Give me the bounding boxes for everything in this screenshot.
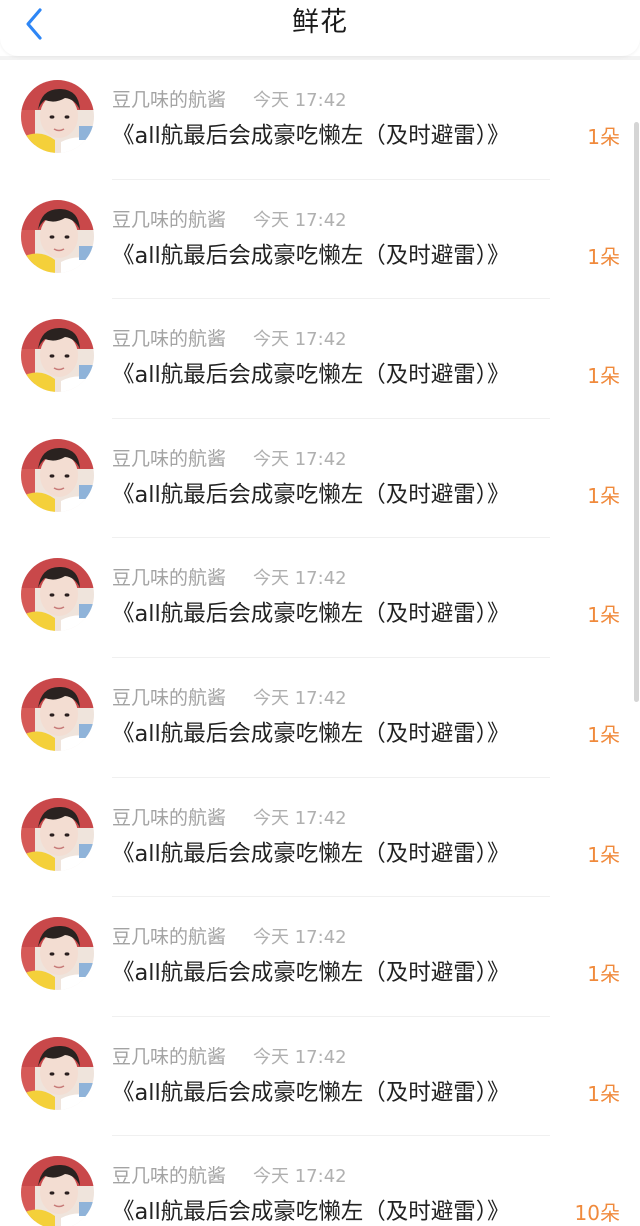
timestamp: 今天 17:42 [253,209,347,231]
list-item[interactable]: 豆几味的航酱 今天 17:42 《all航最后会成豪吃懒左（及时避雷）》 1朵 [0,658,640,778]
avatar[interactable] [21,677,94,751]
nav-bar: 鲜花 [0,0,640,56]
avatar[interactable] [21,558,94,632]
list-item[interactable]: 豆几味的航酱 今天 17:42 《all航最后会成豪吃懒左（及时避雷）》 1朵 [0,299,640,419]
flower-list: 豆几味的航酱 今天 17:42 《all航最后会成豪吃懒左（及时避雷）》 1朵 … [0,60,640,1226]
timestamp: 今天 17:42 [253,927,347,949]
flower-count: 1朵 [587,364,620,389]
flower-count: 1朵 [587,842,620,867]
author-name[interactable]: 豆几味的航酱 [112,1161,226,1188]
work-title[interactable]: 《all航最后会成豪吃懒左（及时避雷）》 [112,357,510,389]
flower-count: 1朵 [587,603,620,628]
work-title[interactable]: 《all航最后会成豪吃懒左（及时避雷）》 [112,238,510,270]
avatar[interactable] [21,199,94,273]
work-title[interactable]: 《all航最后会成豪吃懒左（及时避雷）》 [112,1194,510,1226]
author-name[interactable]: 豆几味的航酱 [112,205,226,232]
timestamp: 今天 17:42 [253,448,347,470]
list-item[interactable]: 豆几味的航酱 今天 17:42 《all航最后会成豪吃懒左（及时避雷）》 10朵 [0,1136,640,1226]
list-item[interactable]: 豆几味的航酱 今天 17:42 《all航最后会成豪吃懒左（及时避雷）》 1朵 [0,60,640,180]
timestamp: 今天 17:42 [253,329,347,351]
avatar[interactable] [21,438,94,512]
work-title[interactable]: 《all航最后会成豪吃懒左（及时避雷）》 [112,596,510,628]
header-divider [0,56,640,60]
timestamp: 今天 17:42 [253,807,347,829]
avatar[interactable] [21,917,94,991]
flower-count: 1朵 [587,125,620,149]
author-name[interactable]: 豆几味的航酱 [112,324,226,351]
work-title[interactable]: 《all航最后会成豪吃懒左（及时避雷）》 [112,118,510,150]
flower-count: 1朵 [587,962,620,987]
timestamp: 今天 17:42 [253,90,347,111]
work-title[interactable]: 《all航最后会成豪吃懒左（及时避雷）》 [112,1075,510,1107]
work-title[interactable]: 《all航最后会成豪吃懒左（及时避雷）》 [112,716,510,748]
timestamp: 今天 17:42 [253,1166,347,1188]
page-title: 鲜花 [292,7,348,38]
author-name[interactable]: 豆几味的航酱 [112,683,226,710]
author-name[interactable]: 豆几味的航酱 [112,922,226,949]
scrollbar[interactable] [632,60,640,1226]
avatar[interactable] [21,319,94,393]
work-title[interactable]: 《all航最后会成豪吃懒左（及时避雷）》 [112,477,510,509]
author-name[interactable]: 豆几味的航酱 [112,85,226,112]
flower-count: 1朵 [587,483,620,508]
timestamp: 今天 17:42 [253,568,347,590]
author-name[interactable]: 豆几味的航酱 [112,563,226,590]
list-item[interactable]: 豆几味的航酱 今天 17:42 《all航最后会成豪吃懒左（及时避雷）》 1朵 [0,538,640,658]
list-item[interactable]: 豆几味的航酱 今天 17:42 《all航最后会成豪吃懒左（及时避雷）》 1朵 [0,419,640,539]
flower-count: 1朵 [587,244,620,269]
avatar[interactable] [21,1156,94,1226]
author-name[interactable]: 豆几味的航酱 [112,444,226,471]
work-title[interactable]: 《all航最后会成豪吃懒左（及时避雷）》 [112,955,510,987]
author-name[interactable]: 豆几味的航酱 [112,1042,226,1069]
author-name[interactable]: 豆几味的航酱 [112,803,226,830]
timestamp: 今天 17:42 [253,687,347,709]
scrollbar-thumb[interactable] [634,122,639,702]
work-title[interactable]: 《all航最后会成豪吃懒左（及时避雷）》 [112,836,510,868]
list-item[interactable]: 豆几味的航酱 今天 17:42 《all航最后会成豪吃懒左（及时避雷）》 1朵 [0,897,640,1017]
avatar[interactable] [21,80,94,153]
flower-count: 10朵 [574,1201,620,1226]
avatar[interactable] [21,797,94,871]
list-item[interactable]: 豆几味的航酱 今天 17:42 《all航最后会成豪吃懒左（及时避雷）》 1朵 [0,180,640,300]
app-window: 鲜花 豆几味的航酱 今天 17:42 《all航最后会成豪吃懒左（及时避雷）》 … [0,0,640,1226]
avatar[interactable] [21,1036,94,1110]
list-item[interactable]: 豆几味的航酱 今天 17:42 《all航最后会成豪吃懒左（及时避雷）》 1朵 [0,778,640,898]
timestamp: 今天 17:42 [253,1046,347,1068]
list-item[interactable]: 豆几味的航酱 今天 17:42 《all航最后会成豪吃懒左（及时避雷）》 1朵 [0,1017,640,1137]
flower-count: 1朵 [587,1081,620,1106]
flower-count: 1朵 [587,722,620,747]
